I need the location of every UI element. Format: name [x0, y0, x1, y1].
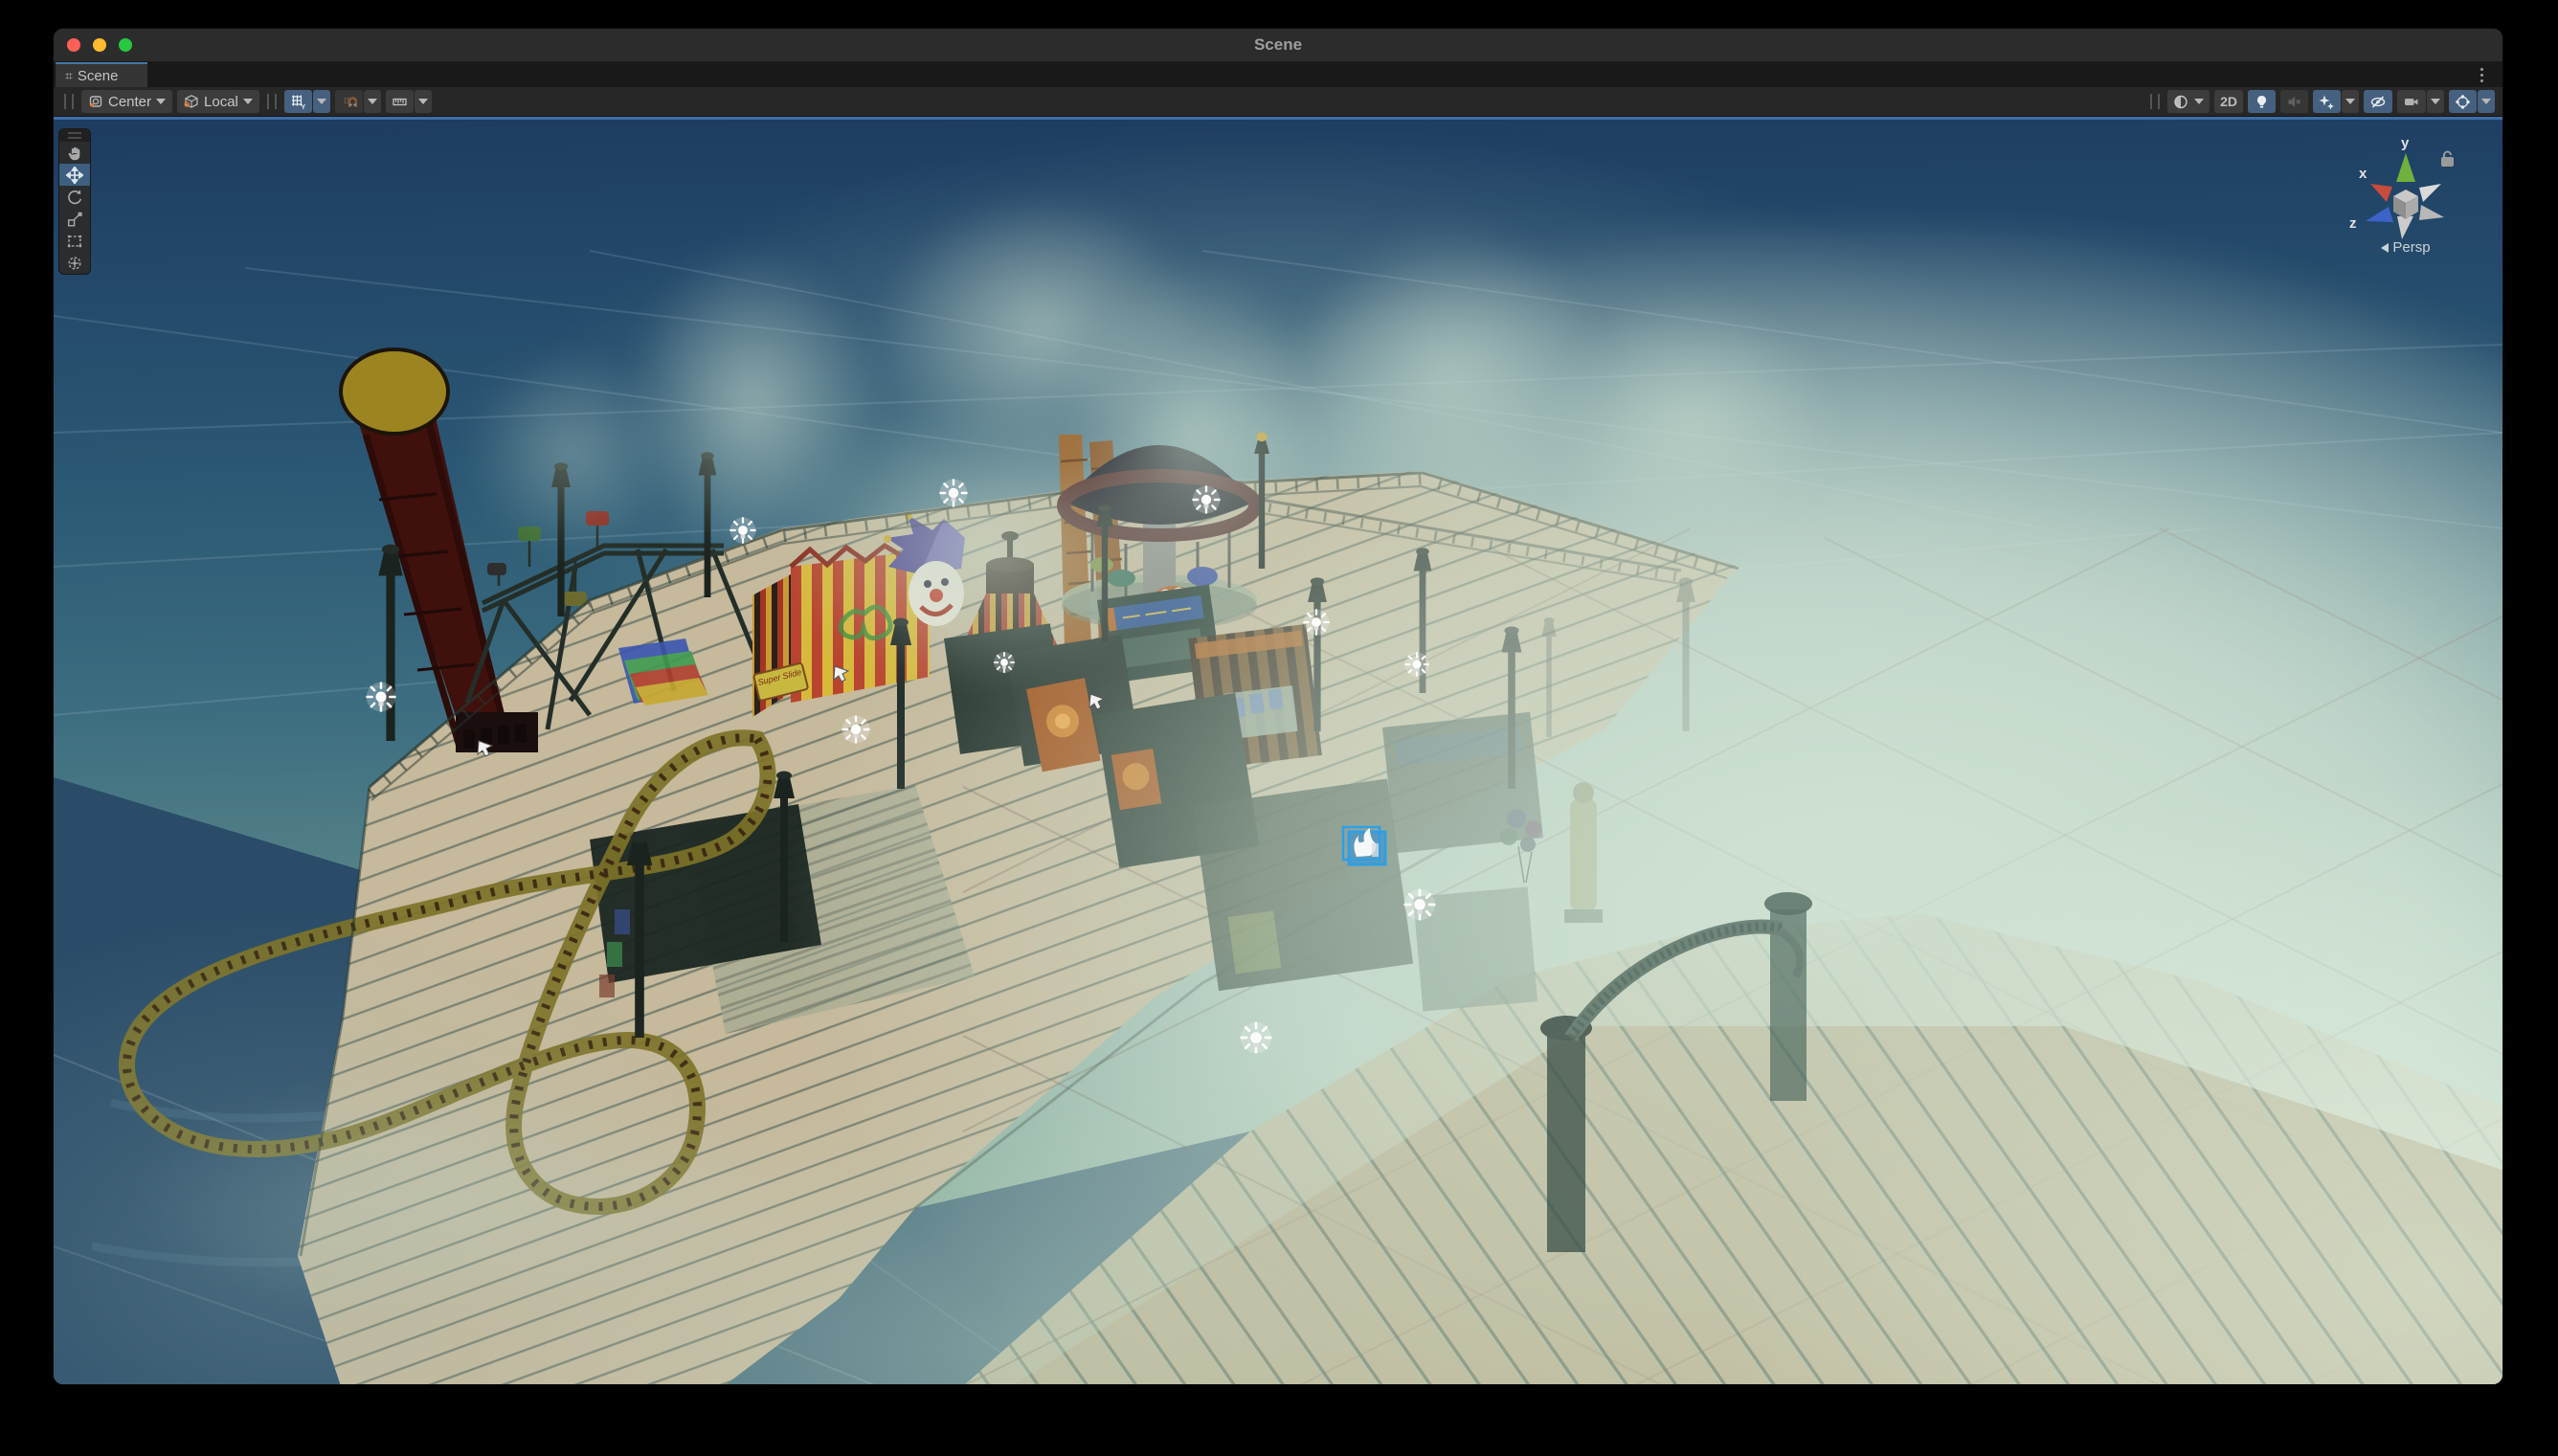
particle-system-gizmo[interactable] — [1343, 827, 1385, 864]
unity-scene-window: Scene ⌗ Scene Center — [54, 29, 2502, 1384]
axis-y-label: y — [2401, 135, 2410, 151]
scene-orientation-gizmo: y x z Persp — [2334, 126, 2478, 270]
magnet-snap-icon — [341, 94, 357, 110]
effects-toggle[interactable] — [2313, 90, 2341, 113]
chevron-down-icon — [156, 99, 166, 104]
snap-toggle-button[interactable] — [335, 90, 363, 113]
svg-text:Y: Y — [301, 104, 305, 110]
axis-z-cone[interactable] — [2366, 207, 2393, 222]
scene-grid-icon: ⌗ — [65, 69, 73, 82]
axis-z-label: z — [2349, 215, 2357, 232]
chevron-down-icon — [2194, 99, 2204, 104]
snap-increment-ruler-icon — [392, 94, 408, 110]
grid-snapping-button[interactable]: Y — [284, 90, 312, 113]
tab-options-kebab-icon[interactable] — [2474, 67, 2489, 82]
2d-label: 2D — [2220, 94, 2237, 109]
tab-scene[interactable]: ⌗ Scene — [56, 62, 147, 87]
shading-mode-dropdown[interactable] — [2167, 90, 2210, 113]
toolbar-separator — [267, 94, 277, 109]
pivot-mode-dropdown[interactable]: Center — [81, 90, 172, 113]
pivot-mode-label: Center — [108, 94, 151, 110]
2d-view-toggle[interactable]: 2D — [2214, 90, 2243, 113]
axis-x-cone[interactable] — [2370, 184, 2392, 202]
light-gizmo-sprites[interactable] — [367, 480, 1436, 1054]
gizmo-sprites — [54, 117, 2502, 1384]
scene-viewport[interactable]: Super Slide — [54, 117, 2502, 1384]
grid-snapping-dropdown[interactable] — [313, 90, 330, 113]
rotate-icon — [66, 189, 83, 206]
tool-scale[interactable] — [59, 208, 90, 230]
tool-move[interactable] — [59, 164, 90, 186]
tab-label: Scene — [78, 68, 119, 84]
axis-y-cone[interactable] — [2396, 153, 2415, 182]
snap-increment-dropdown[interactable] — [415, 90, 432, 113]
camera-overlay-button[interactable] — [2397, 90, 2426, 113]
tool-view-hand[interactable] — [59, 142, 90, 164]
eye-slash-icon — [2369, 94, 2387, 110]
toolbar-drag-handle[interactable] — [64, 94, 74, 109]
orientation-label: Local — [204, 94, 238, 110]
move-arrows-icon — [66, 167, 83, 184]
orientation-dropdown[interactable]: Local — [177, 90, 259, 113]
desktop: Scene ⌗ Scene Center — [0, 0, 2558, 1456]
axis-cube[interactable] — [2393, 190, 2418, 219]
scale-icon — [66, 211, 83, 228]
effects-sparkle-icon — [2319, 94, 2335, 110]
light-bulb-icon — [2254, 94, 2270, 110]
tool-rotate[interactable] — [59, 186, 90, 208]
pivot-center-icon — [88, 94, 103, 109]
toolbar-separator — [2150, 94, 2160, 109]
tool-transform[interactable] — [59, 252, 90, 274]
camera-dropdown[interactable] — [2427, 90, 2444, 113]
scene-focus-highlight — [54, 117, 2502, 120]
projection-toggle[interactable]: Persp — [2334, 239, 2478, 256]
window-titlebar[interactable]: Scene — [54, 29, 2502, 62]
chevron-down-icon — [243, 99, 253, 104]
snap-toggle-dropdown[interactable] — [364, 90, 381, 113]
projection-label: Persp — [2392, 239, 2430, 256]
scene-toolbar: Center Local Y — [54, 87, 2502, 117]
transform-combined-icon — [66, 255, 83, 272]
audio-toggle[interactable] — [2280, 90, 2308, 113]
axis-x-label: x — [2359, 166, 2367, 182]
tool-rect[interactable] — [59, 230, 90, 252]
camera-icon — [2403, 94, 2420, 110]
speaker-muted-icon — [2286, 94, 2302, 110]
tools-drag-handle[interactable] — [59, 129, 90, 142]
rect-tool-icon — [66, 233, 83, 250]
gizmos-dropdown[interactable] — [2478, 90, 2495, 113]
local-cube-icon — [184, 94, 199, 109]
projection-arrow-icon — [2381, 243, 2389, 253]
unlocked-padlock-icon[interactable] — [2441, 152, 2454, 168]
tab-bar: ⌗ Scene — [54, 62, 2502, 87]
gizmos-toggle[interactable] — [2449, 90, 2477, 113]
gizmos-sphere-icon — [2455, 94, 2471, 110]
effects-dropdown[interactable] — [2342, 90, 2359, 113]
grid-snap-icon: Y — [290, 94, 306, 110]
hidden-objects-toggle[interactable] — [2364, 90, 2392, 113]
shading-sphere-icon — [2173, 94, 2189, 110]
hand-icon — [66, 145, 83, 162]
snap-increment-button[interactable] — [386, 90, 414, 113]
window-title: Scene — [54, 29, 2502, 61]
sprite-arrow-gizmos[interactable] — [478, 666, 1104, 756]
scene-lighting-toggle[interactable] — [2248, 90, 2276, 113]
transform-tools-overlay — [58, 128, 91, 275]
